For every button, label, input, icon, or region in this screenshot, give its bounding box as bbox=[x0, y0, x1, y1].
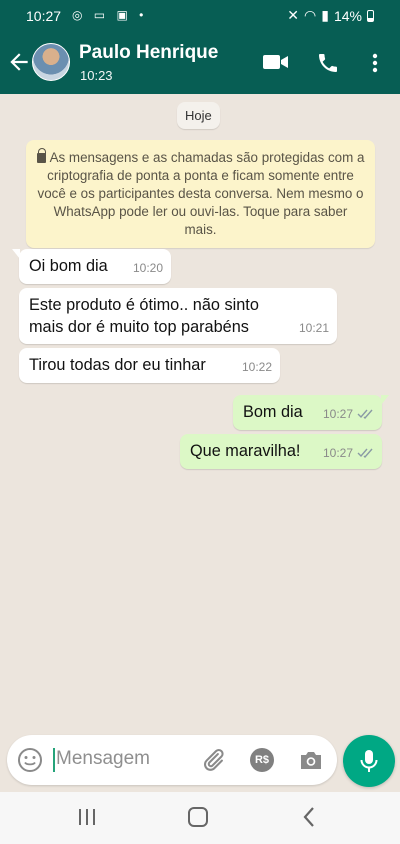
message-bubble[interactable]: Que maravilha! 10:27 bbox=[180, 434, 382, 469]
signal-icon: ▮ bbox=[321, 7, 329, 23]
microphone-button[interactable] bbox=[343, 735, 395, 787]
status-bar: 10:27 ◎ ▭ ▣ • ✕ ◠ ▮ 14% bbox=[0, 0, 400, 32]
microphone-icon bbox=[360, 750, 378, 772]
paperclip-icon[interactable] bbox=[200, 747, 226, 773]
back-arrow-icon[interactable] bbox=[6, 49, 32, 75]
status-right: ✕ ◠ ▮ 14% bbox=[287, 7, 374, 24]
avatar[interactable] bbox=[32, 43, 70, 81]
message-bubble[interactable]: Este produto é ótimo.. não sinto mais do… bbox=[19, 288, 337, 344]
encryption-notice[interactable]: As mensagens e as chamadas são protegida… bbox=[26, 140, 375, 248]
last-seen: 10:23 bbox=[80, 68, 113, 83]
message-text: Tirou todas dor eu tinhar bbox=[29, 356, 206, 374]
message-time: 10:21 bbox=[298, 321, 329, 335]
battery-icon bbox=[367, 9, 374, 22]
home-icon[interactable] bbox=[188, 807, 208, 827]
date-chip: Hoje bbox=[177, 102, 220, 129]
message-time: 10:20 bbox=[132, 261, 163, 275]
wifi-icon: ◠ bbox=[304, 7, 317, 23]
chat-area[interactable]: Hoje As mensagens e as chamadas são prot… bbox=[0, 94, 400, 734]
nav-back-icon[interactable] bbox=[300, 806, 318, 828]
emoji-icon[interactable] bbox=[17, 747, 43, 773]
lock-icon bbox=[36, 148, 47, 163]
double-check-icon bbox=[357, 448, 373, 458]
double-check-icon bbox=[357, 409, 373, 419]
system-nav-bar bbox=[0, 792, 400, 844]
payment-icon[interactable]: R$ bbox=[250, 748, 274, 772]
message-time: 10:27 bbox=[322, 407, 353, 421]
battery-percent: 14% bbox=[333, 7, 362, 24]
message-input[interactable]: Mensagem bbox=[56, 748, 150, 770]
message-bubble[interactable]: Bom dia 10:27 bbox=[233, 395, 389, 430]
phone-icon[interactable] bbox=[316, 51, 340, 75]
more-options-icon[interactable] bbox=[366, 52, 384, 74]
contact-name[interactable]: Paulo Henrique bbox=[79, 42, 218, 64]
camera-icon[interactable] bbox=[298, 748, 324, 772]
message-bubble[interactable]: Tirou todas dor eu tinhar 10:22 bbox=[19, 348, 280, 383]
video-call-icon[interactable] bbox=[262, 51, 290, 73]
message-time: 10:27 bbox=[322, 446, 353, 460]
message-bubble[interactable]: Oi bom dia 10:20 bbox=[12, 249, 171, 284]
message-composer[interactable]: Mensagem R$ bbox=[7, 735, 337, 785]
message-time: 10:22 bbox=[241, 360, 272, 374]
encryption-notice-text: As mensagens e as chamadas são protegida… bbox=[37, 150, 365, 237]
message-text: Este produto é ótimo.. não sinto mais do… bbox=[29, 296, 259, 336]
text-cursor bbox=[53, 748, 55, 772]
status-time: 10:27 bbox=[26, 8, 62, 24]
mute-icon: ✕ bbox=[287, 7, 300, 23]
chat-header: Paulo Henrique 10:23 bbox=[0, 32, 400, 94]
recent-apps-icon[interactable] bbox=[77, 808, 97, 826]
notification-icons: ◎ ▭ ▣ • bbox=[72, 8, 148, 22]
